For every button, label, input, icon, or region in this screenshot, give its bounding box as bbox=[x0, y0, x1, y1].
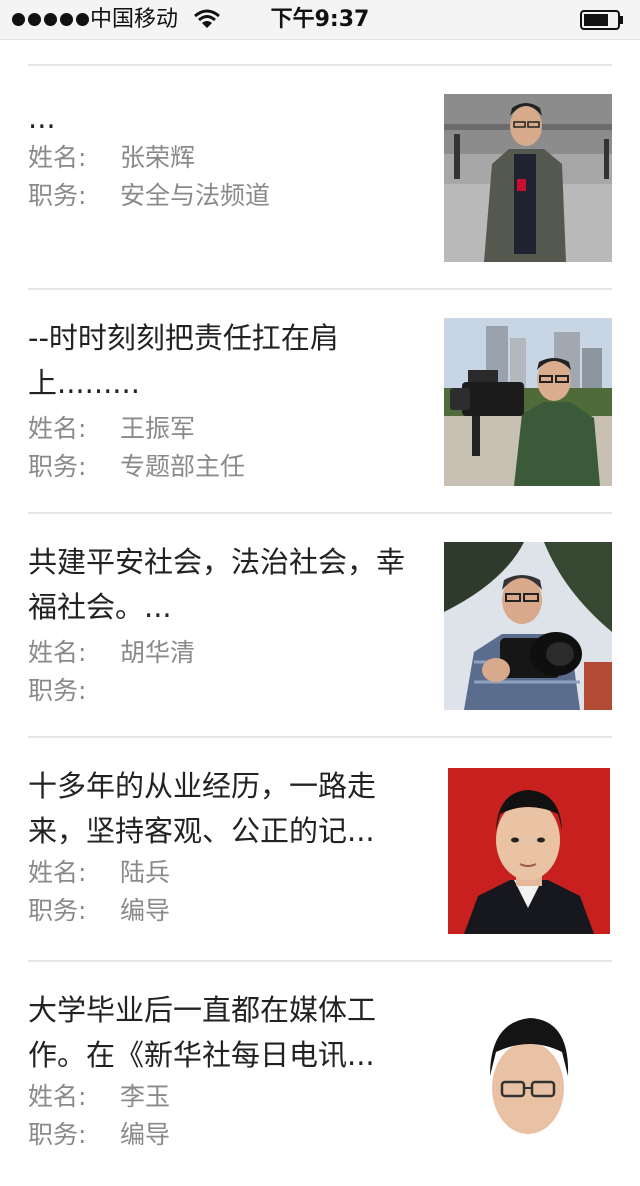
position-row: 职务: 编导 bbox=[28, 892, 422, 930]
name-label: 姓名: bbox=[28, 858, 87, 887]
name-label: 姓名: bbox=[28, 638, 87, 667]
position-label: 职务: bbox=[28, 896, 87, 925]
name-label: 姓名: bbox=[28, 414, 87, 443]
name-label: 姓名: bbox=[28, 1082, 87, 1111]
position-label: 职务: bbox=[28, 676, 87, 705]
item-text: 十多年的从业经历，一路走来，坚持客观、公正的记... 姓名: 陆兵 职务: 编导 bbox=[28, 764, 422, 930]
status-bar: 中国移动 下午9:37 bbox=[0, 0, 640, 40]
item-summary: ... bbox=[28, 101, 56, 135]
list-item[interactable]: 共建平安社会，法治社会，幸福社会。... 姓名: 胡华清 职务: bbox=[28, 514, 612, 738]
item-summary: --时时刻刻把责任扛在肩上......... bbox=[28, 321, 339, 400]
item-text: 共建平安社会，法治社会，幸福社会。... 姓名: 胡华清 职务: bbox=[28, 540, 422, 710]
item-text: ... 姓名: 张荣辉 职务: 安全与法频道 bbox=[28, 96, 422, 215]
position-row: 职务: 安全与法频道 bbox=[28, 177, 422, 215]
name-label: 姓名: bbox=[28, 143, 87, 172]
position-value: 专题部主任 bbox=[120, 452, 246, 481]
battery-icon bbox=[580, 10, 623, 30]
name-value: 胡华清 bbox=[120, 638, 196, 667]
name-row: 姓名: 王振军 bbox=[28, 410, 422, 448]
name-row: 姓名: 陆兵 bbox=[28, 854, 422, 892]
name-value: 张荣辉 bbox=[120, 143, 196, 172]
list-item[interactable]: ... 姓名: 张荣辉 职务: 安全与法频道 bbox=[28, 66, 612, 290]
list-item[interactable]: --时时刻刻把责任扛在肩上......... 姓名: 王振军 职务: 专题部主任 bbox=[28, 290, 612, 514]
clock: 下午9:37 bbox=[270, 7, 370, 32]
list-item[interactable]: 大学毕业后一直都在媒体工作。在《新华社每日电讯... 姓名: 李玉 职务: 编导 bbox=[28, 962, 612, 1186]
name-value: 陆兵 bbox=[120, 858, 171, 887]
position-value: 安全与法频道 bbox=[120, 181, 271, 210]
cameraman-photo bbox=[444, 318, 612, 486]
name-value: 王振军 bbox=[120, 414, 196, 443]
name-row: 姓名: 张荣辉 bbox=[28, 139, 422, 177]
name-row: 姓名: 李玉 bbox=[28, 1078, 422, 1116]
position-label: 职务: bbox=[28, 181, 87, 210]
name-value: 李玉 bbox=[120, 1082, 171, 1111]
name-row: 姓名: 胡华清 bbox=[28, 634, 422, 672]
item-summary: 大学毕业后一直都在媒体工作。在《新华社每日电讯... bbox=[28, 993, 377, 1072]
staff-list: ... 姓名: 张荣辉 职务: 安全与法频道 --时时刻刻把责任扛在肩上....… bbox=[0, 40, 640, 1186]
glasses-portrait-photo bbox=[444, 992, 612, 1160]
position-value: 编导 bbox=[120, 896, 171, 925]
position-value: 编导 bbox=[120, 1120, 171, 1149]
position-row: 职务: bbox=[28, 672, 422, 710]
item-text: --时时刻刻把责任扛在肩上......... 姓名: 王振军 职务: 专题部主任 bbox=[28, 316, 422, 486]
item-summary: 十多年的从业经历，一路走来，坚持客观、公正的记... bbox=[28, 769, 377, 848]
man-in-jacket-photo bbox=[444, 94, 612, 262]
position-label: 职务: bbox=[28, 1120, 87, 1149]
position-label: 职务: bbox=[28, 452, 87, 481]
item-text: 大学毕业后一直都在媒体工作。在《新华社每日电讯... 姓名: 李玉 职务: 编导 bbox=[28, 988, 422, 1154]
item-summary: 共建平安社会，法治社会，幸福社会。... bbox=[28, 545, 406, 624]
position-row: 职务: 编导 bbox=[28, 1116, 422, 1154]
position-row: 职务: 专题部主任 bbox=[28, 448, 422, 486]
photographer-photo bbox=[444, 542, 612, 710]
list-item[interactable]: 十多年的从业经历，一路走来，坚持客观、公正的记... 姓名: 陆兵 职务: 编导 bbox=[28, 738, 612, 962]
id-portrait-photo bbox=[444, 768, 612, 936]
